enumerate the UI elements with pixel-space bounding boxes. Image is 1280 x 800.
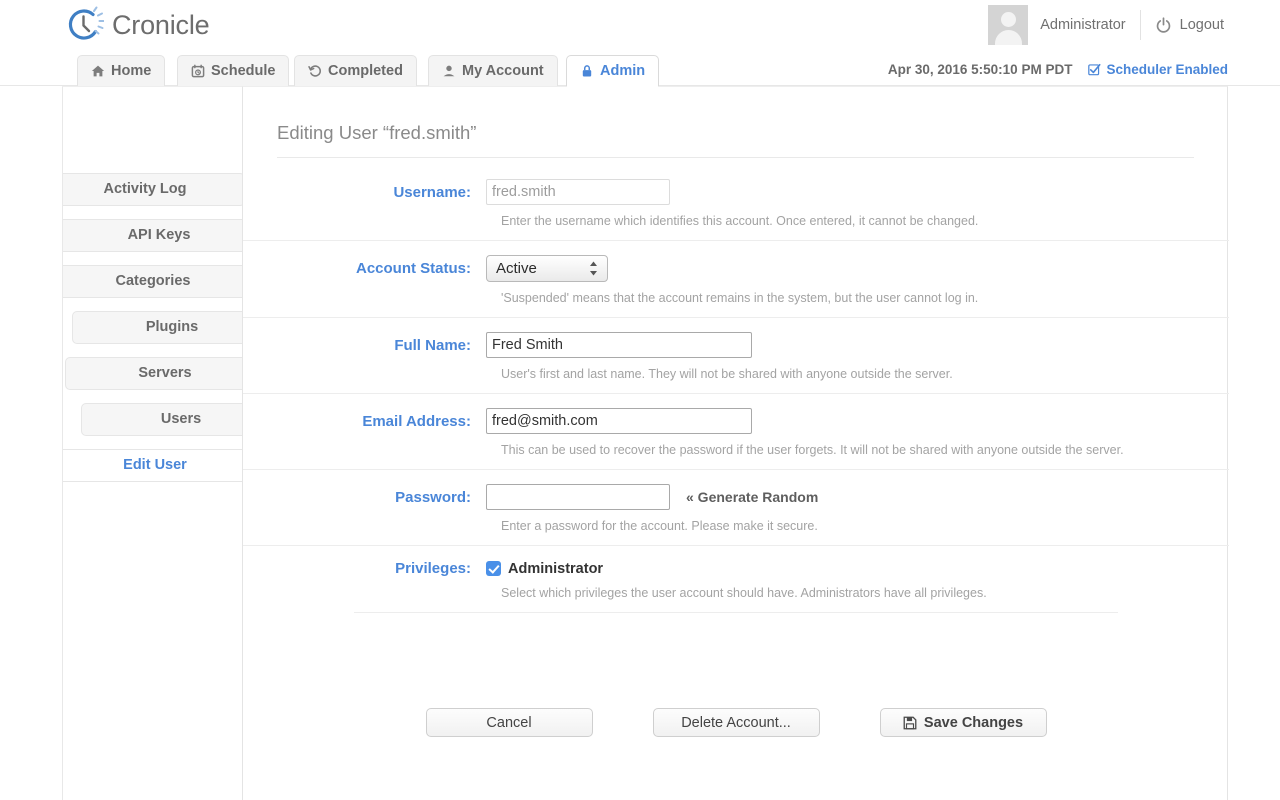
account-status-label: Account Status:	[354, 260, 486, 277]
sidebar-item-label: Plugins	[146, 319, 198, 335]
sidebar-item-label: Edit User	[123, 457, 187, 473]
privilege-administrator[interactable]: Administrator	[486, 561, 603, 577]
administrator-checkbox[interactable]	[486, 561, 501, 576]
scheduler-status-label: Scheduler Enabled	[1106, 62, 1228, 77]
full-name-label: Full Name:	[354, 337, 486, 354]
app-logo[interactable]: Cronicle	[64, 5, 209, 45]
floppy-disk-icon	[903, 716, 917, 730]
account-status-value: Active	[496, 256, 537, 281]
tab-schedule[interactable]: Schedule	[177, 55, 289, 86]
form-actions: Cancel Delete Account... Save Changes	[243, 708, 1229, 737]
sidebar-item-activity-log[interactable]: Activity Log	[62, 173, 243, 206]
sidebar-item-label: Servers	[138, 365, 191, 381]
sidebar-item-plugins[interactable]: Plugins	[72, 311, 243, 344]
tab-my-account[interactable]: My Account	[428, 55, 558, 86]
full-name-input[interactable]	[486, 332, 752, 358]
username-label: Username:	[354, 184, 486, 201]
tab-label: Schedule	[211, 63, 275, 79]
password-help: Enter a password for the account. Please…	[501, 519, 1118, 533]
tab-label: Admin	[600, 63, 645, 79]
scheduler-status-toggle[interactable]: Scheduler Enabled	[1088, 62, 1228, 77]
form-row-username: Username: Enter the username which ident…	[243, 165, 1229, 240]
user-avatar-icon[interactable]	[988, 5, 1028, 45]
checkbox-checked-icon	[1088, 63, 1101, 76]
form-bottom-divider	[354, 612, 1118, 613]
sidebar-item-users[interactable]: Users	[81, 403, 243, 436]
full-name-help: User's first and last name. They will no…	[501, 367, 1118, 381]
tab-admin[interactable]: Admin	[566, 55, 659, 86]
updown-arrows-icon	[589, 260, 598, 277]
save-changes-button[interactable]: Save Changes	[880, 708, 1047, 737]
user-name-label: Administrator	[1028, 17, 1139, 33]
sidebar-item-edit-user[interactable]: Edit User	[62, 449, 243, 482]
privileges-label: Privileges:	[354, 560, 486, 577]
tab-label: Completed	[328, 63, 403, 79]
username-input[interactable]	[486, 179, 670, 205]
email-help: This can be used to recover the password…	[501, 443, 1118, 457]
status-area: Apr 30, 2016 5:50:10 PM PDT Scheduler En…	[888, 62, 1228, 77]
sidebar-item-api-keys[interactable]: API Keys	[62, 219, 243, 252]
sidebar-item-label: API Keys	[128, 227, 191, 243]
app-title: Cronicle	[112, 12, 209, 39]
administrator-label: Administrator	[508, 561, 603, 577]
sidebar-item-categories[interactable]: Categories	[62, 265, 243, 298]
tab-completed[interactable]: Completed	[294, 55, 417, 86]
password-input[interactable]	[486, 484, 670, 510]
main-panel: Editing User “fred.smith” Username: Ente…	[242, 86, 1228, 800]
app-header: Cronicle Administrator Logout	[0, 0, 1280, 52]
user-area: Administrator Logout	[988, 4, 1228, 46]
username-help: Enter the username which identifies this…	[501, 214, 1118, 228]
main-tabbar: Home Schedule Completed	[0, 52, 1280, 86]
sidebar-item-servers[interactable]: Servers	[65, 357, 243, 390]
tab-label: Home	[111, 63, 151, 79]
power-icon	[1155, 17, 1172, 34]
privileges-help: Select which privileges the user account…	[501, 586, 1118, 600]
delete-account-button[interactable]: Delete Account...	[653, 708, 820, 737]
email-label: Email Address:	[354, 413, 486, 430]
form-row-privileges: Privileges: Administrator Select which p…	[243, 545, 1229, 612]
calendar-clock-icon	[191, 64, 205, 78]
logout-label: Logout	[1180, 17, 1224, 33]
sidebar-item-label: Categories	[116, 273, 191, 289]
person-icon	[442, 64, 456, 78]
password-label: Password:	[354, 489, 486, 506]
generate-random-link[interactable]: « Generate Random	[686, 489, 818, 505]
sidebar-item-label: Users	[161, 411, 201, 427]
form-row-password: Password: « Generate Random Enter a pass…	[243, 469, 1229, 545]
delete-account-button-label: Delete Account...	[681, 715, 791, 731]
lock-icon	[580, 64, 594, 78]
cancel-button[interactable]: Cancel	[426, 708, 593, 737]
clock-label: Apr 30, 2016 5:50:10 PM PDT	[888, 62, 1073, 77]
page-title: Editing User “fred.smith”	[277, 122, 1194, 158]
clock-icon	[64, 5, 104, 45]
edit-user-form: Username: Enter the username which ident…	[243, 165, 1229, 613]
account-status-select[interactable]: Active	[486, 255, 608, 282]
logout-button[interactable]: Logout	[1141, 17, 1228, 34]
home-icon	[91, 64, 105, 78]
sidebar-item-label: Activity Log	[104, 181, 187, 197]
form-row-account-status: Account Status: Active 'Suspended' means…	[243, 240, 1229, 317]
admin-sidebar: Activity Log API Keys Categories Plugins…	[62, 86, 243, 800]
email-input[interactable]	[486, 408, 752, 434]
account-status-help: 'Suspended' means that the account remai…	[501, 291, 1118, 305]
form-row-full-name: Full Name: User's first and last name. T…	[243, 317, 1229, 393]
tab-home[interactable]: Home	[77, 55, 165, 86]
form-row-email: Email Address: This can be used to recov…	[243, 393, 1229, 469]
history-icon	[308, 64, 322, 78]
save-changes-button-label: Save Changes	[924, 715, 1023, 731]
cancel-button-label: Cancel	[486, 715, 531, 731]
tab-label: My Account	[462, 63, 544, 79]
